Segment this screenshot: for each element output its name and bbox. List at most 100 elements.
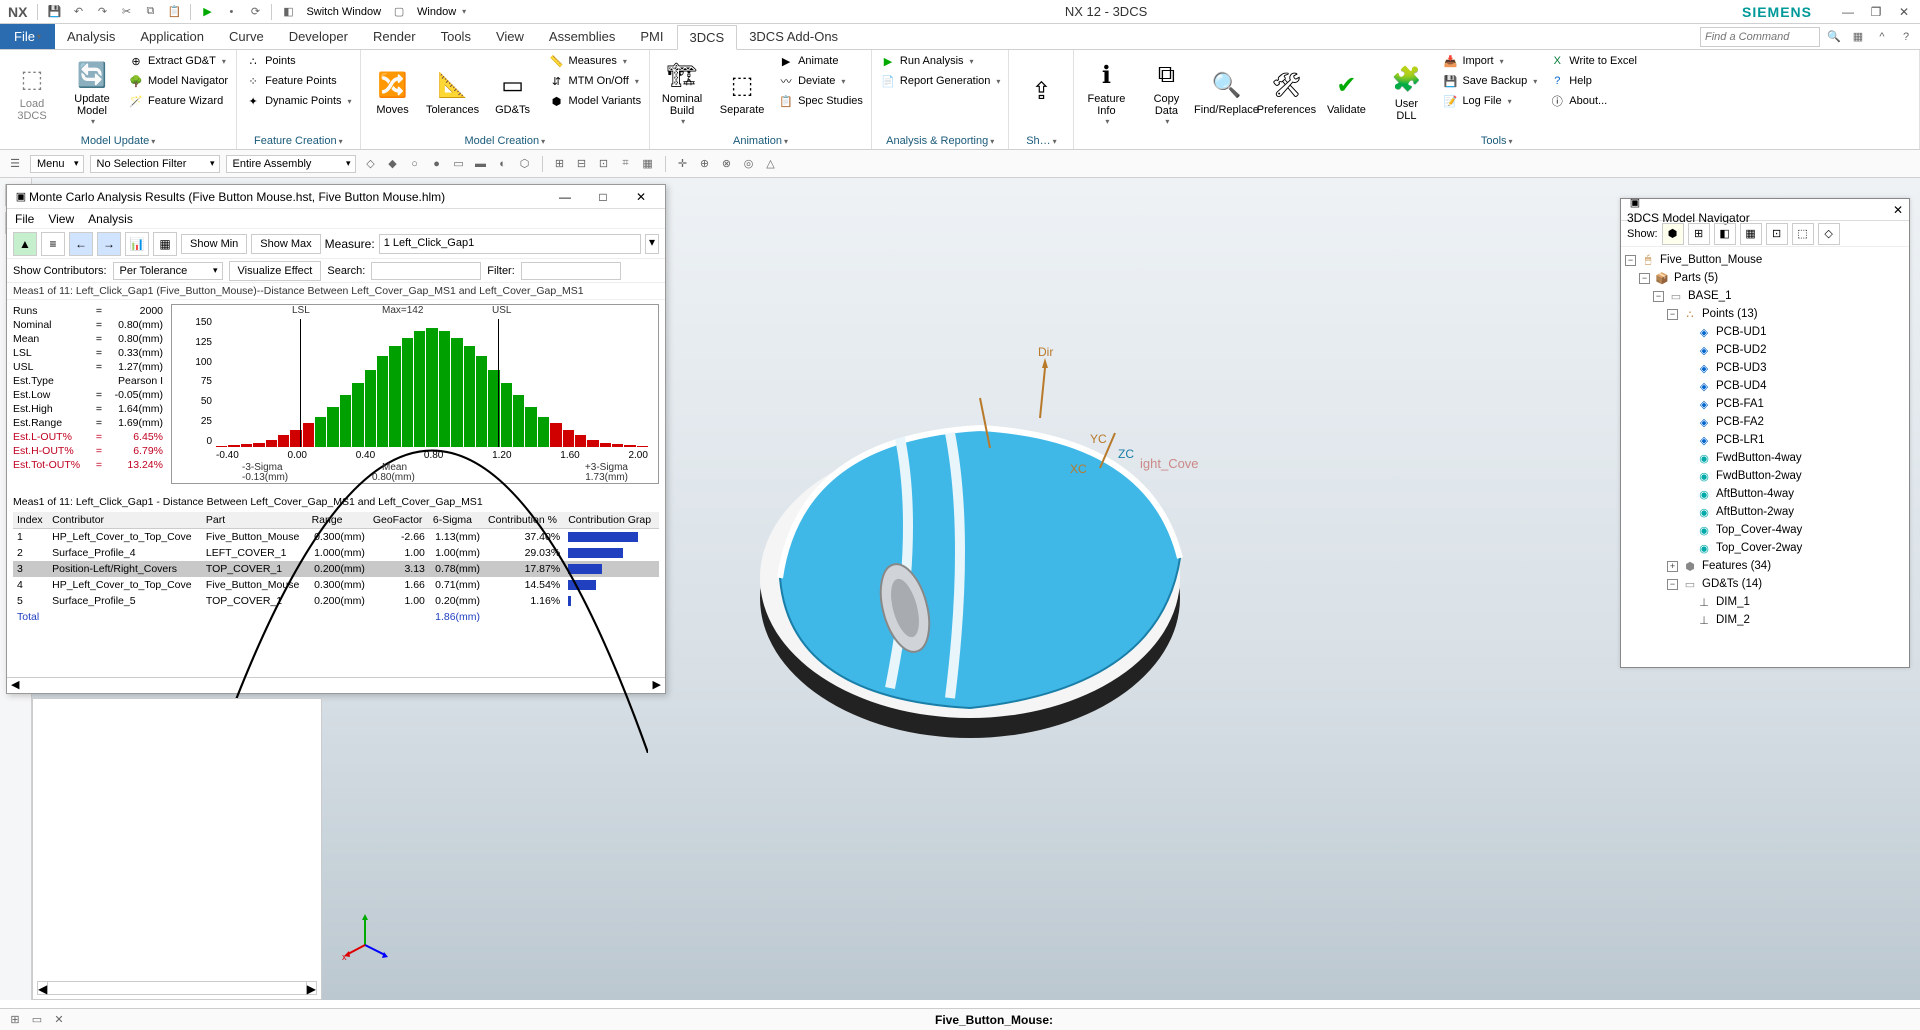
- sel-ico-8[interactable]: ⬡: [516, 155, 534, 173]
- mc-scroll-right-icon[interactable]: ▶: [653, 678, 661, 693]
- find-replace-button[interactable]: 🔍Find/Replace: [1198, 52, 1254, 133]
- copy-data-button[interactable]: ⧉CopyData: [1138, 52, 1194, 133]
- window-dropdown[interactable]: Window: [413, 5, 470, 19]
- sel-ico-5[interactable]: ▭: [450, 155, 468, 173]
- save-backup-button[interactable]: 💾Save Backup: [1438, 72, 1541, 90]
- tree-item[interactable]: +⬢Features (34): [1625, 557, 1905, 575]
- search-icon[interactable]: 🔍: [1824, 27, 1844, 47]
- nav-filter-2-icon[interactable]: ⊞: [1688, 223, 1710, 245]
- sel-ico-7[interactable]: ◐: [494, 155, 512, 173]
- view-ico-3[interactable]: ⊡: [595, 155, 613, 173]
- snap-ico-1[interactable]: ✛: [674, 155, 692, 173]
- tab-developer[interactable]: Developer: [277, 24, 361, 49]
- tree-item[interactable]: −▭GD&Ts (14): [1625, 575, 1905, 593]
- update-model-button[interactable]: 🔄UpdateModel: [64, 52, 120, 133]
- snap-ico-5[interactable]: △: [762, 155, 780, 173]
- status-ico-1[interactable]: ⊞: [6, 1011, 24, 1029]
- contrib-row[interactable]: 5Surface_Profile_5TOP_COVER_10.200(mm)1.…: [13, 593, 659, 609]
- tab-analysis[interactable]: Analysis: [55, 24, 128, 49]
- help-button[interactable]: ?Help: [1545, 72, 1641, 90]
- mc-list-icon[interactable]: ≡: [41, 232, 65, 256]
- model-navigator-button[interactable]: 🌳Model Navigator: [124, 72, 232, 90]
- cut-icon[interactable]: ✂: [116, 2, 136, 22]
- measure-select[interactable]: 1 Left_Click_Gap1: [379, 234, 641, 254]
- sel-ico-1[interactable]: ◇: [362, 155, 380, 173]
- measures-button[interactable]: 📏Measures: [545, 52, 646, 70]
- group-model-creation[interactable]: Model Creation: [365, 133, 646, 149]
- tree-item[interactable]: ◈PCB-FA2: [1625, 413, 1905, 431]
- help-icon[interactable]: ?: [1896, 27, 1916, 47]
- sel-ico-3[interactable]: ○: [406, 155, 424, 173]
- snap-ico-3[interactable]: ⊗: [718, 155, 736, 173]
- view-ico-5[interactable]: ▦: [639, 155, 657, 173]
- about-button[interactable]: ⓘAbout...: [1545, 92, 1641, 110]
- mc-next-icon[interactable]: →: [97, 232, 121, 256]
- run-analysis-button[interactable]: ▶Run Analysis: [876, 52, 1005, 70]
- tree-item[interactable]: ◉AftButton-4way: [1625, 485, 1905, 503]
- menu-icon[interactable]: ☰: [6, 155, 24, 173]
- spec-studies-button[interactable]: 📋Spec Studies: [774, 92, 867, 110]
- log-file-button[interactable]: 📝Log File: [1438, 92, 1541, 110]
- group-sh[interactable]: Sh…: [1013, 133, 1069, 149]
- points-button[interactable]: ∴Points: [241, 52, 355, 70]
- load-3dcs-button[interactable]: ⬚Load3DCS: [4, 52, 60, 133]
- nominal-build-button[interactable]: 🏗NominalBuild: [654, 52, 710, 133]
- save-icon[interactable]: 💾: [44, 2, 64, 22]
- tree-item[interactable]: −🖱Five_Button_Mouse: [1625, 251, 1905, 269]
- tab-render[interactable]: Render: [361, 24, 429, 49]
- group-animation[interactable]: Animation: [654, 133, 867, 149]
- tab-curve[interactable]: Curve: [217, 24, 277, 49]
- snap-ico-2[interactable]: ⊕: [696, 155, 714, 173]
- group-feature-creation[interactable]: Feature Creation: [241, 133, 355, 149]
- bl-scroll-right-icon[interactable]: ▶: [306, 982, 316, 994]
- tree-item[interactable]: ◉FwdButton-2way: [1625, 467, 1905, 485]
- contrib-row[interactable]: 3Position-Left/Right_CoversTOP_COVER_10.…: [13, 561, 659, 577]
- mc-prev-icon[interactable]: ←: [69, 232, 93, 256]
- file-tab[interactable]: File: [0, 24, 55, 49]
- layout-icon[interactable]: ▦: [1848, 27, 1868, 47]
- selection-scope[interactable]: Entire Assembly: [226, 155, 356, 173]
- tree-item[interactable]: ◈PCB-UD4: [1625, 377, 1905, 395]
- tab-3dcs-add-ons[interactable]: 3DCS Add-Ons: [737, 24, 851, 49]
- feature-points-button[interactable]: ⁘Feature Points: [241, 72, 355, 90]
- nav-tree[interactable]: −🖱Five_Button_Mouse−📦Parts (5)−▭BASE_1−∴…: [1621, 247, 1909, 663]
- view-ico-2[interactable]: ⊟: [573, 155, 591, 173]
- tree-item[interactable]: ◉Top_Cover-2way: [1625, 539, 1905, 557]
- moves-button[interactable]: 🔀Moves: [365, 52, 421, 133]
- tree-item[interactable]: ◉AftButton-2way: [1625, 503, 1905, 521]
- play-icon[interactable]: ▶: [197, 2, 217, 22]
- tree-item[interactable]: −▭BASE_1: [1625, 287, 1905, 305]
- copy-icon[interactable]: ⧉: [140, 2, 160, 22]
- mc-table-icon[interactable]: ▦: [153, 232, 177, 256]
- tree-item[interactable]: −∴Points (13): [1625, 305, 1905, 323]
- minimize-icon[interactable]: —: [1836, 2, 1860, 22]
- paste-icon[interactable]: 📋: [164, 2, 184, 22]
- restore-icon[interactable]: ❐: [1864, 2, 1888, 22]
- snap-ico-4[interactable]: ◎: [740, 155, 758, 173]
- nav-filter-1-icon[interactable]: ⬢: [1662, 223, 1684, 245]
- show-min-button[interactable]: Show Min: [181, 234, 247, 254]
- model-variants-button[interactable]: ⬢Model Variants: [545, 92, 646, 110]
- find-command-input[interactable]: [1700, 27, 1820, 47]
- mc-menu-file[interactable]: File: [15, 212, 34, 226]
- contrib-row[interactable]: 1HP_Left_Cover_to_Top_CoveFive_Button_Mo…: [13, 529, 659, 546]
- mc-chart-icon[interactable]: 📊: [125, 232, 149, 256]
- nav-filter-4-icon[interactable]: ▦: [1740, 223, 1762, 245]
- separate-button[interactable]: ⬚Separate: [714, 52, 770, 133]
- redo-icon[interactable]: ↷: [92, 2, 112, 22]
- mc-scroll-left-icon[interactable]: ◀: [11, 678, 19, 693]
- search-input[interactable]: [371, 262, 481, 280]
- mc-minimize-icon[interactable]: —: [547, 187, 583, 207]
- close-icon[interactable]: ✕: [1892, 2, 1916, 22]
- undo-icon[interactable]: ↶: [68, 2, 88, 22]
- status-close-icon[interactable]: ✕: [50, 1011, 68, 1029]
- group-model-update[interactable]: Model Update: [4, 133, 232, 149]
- mc-maximize-icon[interactable]: □: [585, 187, 621, 207]
- mc-menu-view[interactable]: View: [48, 212, 74, 226]
- tab-3dcs[interactable]: 3DCS: [677, 25, 738, 50]
- dynamic-points-button[interactable]: ✦Dynamic Points: [241, 92, 355, 110]
- tree-item[interactable]: ⊥DIM_1: [1625, 593, 1905, 611]
- deviate-button[interactable]: 〰Deviate: [774, 72, 867, 90]
- nav-filter-7-icon[interactable]: ◇: [1818, 223, 1840, 245]
- tab-assemblies[interactable]: Assemblies: [537, 24, 628, 49]
